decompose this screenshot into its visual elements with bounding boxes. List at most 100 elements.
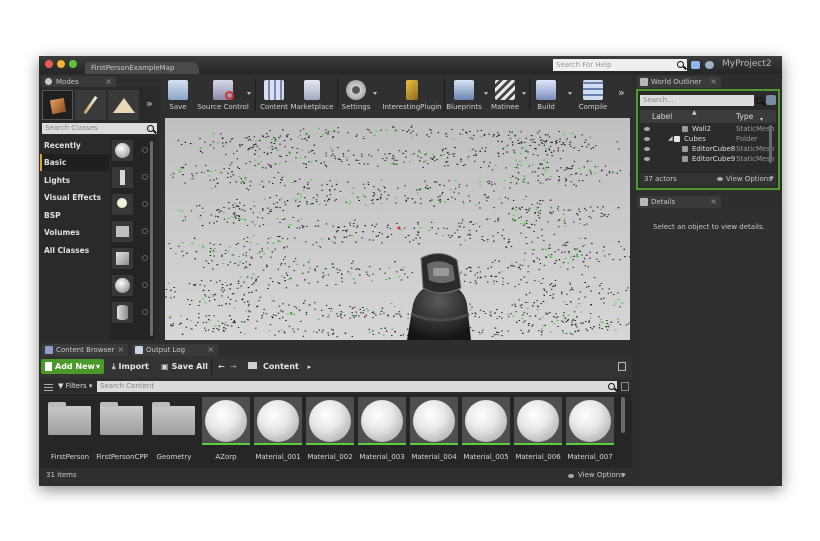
placeable-item[interactable] (112, 194, 133, 215)
forward-arrow-icon[interactable]: → (230, 359, 237, 374)
add-new-button[interactable]: Add New ▾ (41, 359, 104, 374)
paint-mode-button[interactable] (75, 90, 106, 120)
add-filter-icon[interactable] (766, 95, 776, 105)
toolbar-save-button[interactable]: Save (165, 76, 191, 114)
details-tab[interactable]: Details × (637, 196, 721, 208)
search-icon[interactable] (677, 61, 684, 68)
material-asset[interactable]: Material_007 (566, 397, 614, 465)
visibility-eye-icon[interactable] (644, 157, 650, 161)
drag-handle-icon[interactable] (142, 147, 148, 153)
filters-button[interactable]: ▼ Filters ▾ (58, 380, 92, 393)
collapse-arrow-icon[interactable]: ◢ (668, 134, 673, 144)
drag-handle-icon[interactable] (142, 255, 148, 261)
drag-handle-icon[interactable] (142, 228, 148, 234)
landscape-mode-button[interactable] (108, 90, 139, 120)
content-browser-tab[interactable]: Content Browser × (42, 344, 128, 356)
drag-handle-icon[interactable] (142, 201, 148, 207)
type-column-header[interactable]: Type (736, 110, 753, 123)
material-asset[interactable]: Material_004 (410, 397, 458, 465)
drag-handle-icon[interactable] (142, 282, 148, 288)
folder-asset[interactable]: Geometry (150, 397, 198, 465)
toolbar-interestingplugin-button[interactable]: InterestingPlugin (382, 76, 442, 114)
close-window-button[interactable] (45, 60, 53, 68)
outliner-scrollbar[interactable] (769, 125, 772, 163)
path-breadcrumb[interactable]: Content ▸ (248, 359, 311, 374)
asset-scrollbar[interactable] (621, 397, 625, 433)
folder-asset[interactable]: FirstPersonCPP (96, 397, 148, 465)
toolbar-blueprints-button[interactable]: Blueprints (446, 76, 482, 114)
toolbar-overflow-icon[interactable]: » (618, 86, 625, 99)
drag-handle-icon[interactable] (142, 174, 148, 180)
material-asset[interactable]: Material_005 (462, 397, 510, 465)
label-column-header[interactable]: Label (652, 110, 672, 123)
category-recently-placed[interactable]: Recently Placed (40, 137, 109, 167)
material-asset[interactable]: AZorp (202, 397, 250, 465)
more-modes-icon[interactable]: » (146, 97, 153, 110)
place-mode-button[interactable] (42, 90, 73, 120)
save-search-icon[interactable] (621, 382, 629, 391)
placeable-item[interactable] (112, 140, 133, 161)
category-all-classes[interactable]: All Classes (40, 242, 109, 259)
toolbar-compile-button[interactable]: Compile (577, 76, 609, 114)
category-bsp[interactable]: BSP (40, 207, 109, 224)
category-basic[interactable]: Basic (40, 154, 109, 171)
placeable-item[interactable] (112, 302, 133, 323)
close-icon[interactable]: × (710, 76, 717, 88)
material-asset[interactable]: Material_001 (254, 397, 302, 465)
world-outliner-tab[interactable]: World Outliner × (637, 76, 721, 88)
outliner-row[interactable]: Wall2 StaticMesh (640, 124, 774, 134)
map-tab[interactable]: FirstPersonExampleMap (85, 62, 199, 74)
drag-handle-icon[interactable] (142, 309, 148, 315)
close-icon[interactable]: × (117, 344, 124, 356)
toolbar-matinee-button[interactable]: Matinee (491, 76, 519, 114)
dropdown-arrow-icon[interactable] (484, 92, 488, 95)
material-asset[interactable]: Material_006 (514, 397, 562, 465)
help-search-input[interactable]: Search For Help (553, 59, 687, 71)
outliner-row[interactable]: EditorCube8 StaticMesh (640, 144, 774, 154)
save-all-button[interactable]: ▣ Save All (161, 359, 208, 374)
content-search-input[interactable]: Search Content (97, 381, 617, 392)
level-viewport[interactable] (165, 118, 630, 340)
compile-icon (583, 80, 603, 100)
lock-icon[interactable] (618, 362, 626, 371)
content-view-options[interactable]: View Options (578, 468, 624, 483)
folder-asset[interactable]: FirstPerson (46, 397, 94, 465)
toolbar-build-button[interactable]: Build (533, 76, 559, 114)
dropdown-arrow-icon[interactable] (373, 92, 377, 95)
toolbar-settings-button[interactable]: Settings (341, 76, 371, 114)
back-arrow-icon[interactable]: ← (218, 359, 225, 374)
zoom-window-button[interactable] (69, 60, 77, 68)
material-asset[interactable]: Material_003 (358, 397, 406, 465)
placeable-scrollbar[interactable] (150, 141, 153, 336)
sources-toggle-icon[interactable] (44, 382, 53, 391)
outliner-search-input[interactable]: Search... (640, 95, 754, 106)
placeable-item[interactable] (112, 221, 133, 242)
import-button[interactable]: ⤓ Import (112, 359, 149, 374)
visibility-eye-icon[interactable] (644, 147, 650, 151)
close-icon[interactable]: × (207, 344, 214, 356)
minimize-window-button[interactable] (57, 60, 65, 68)
placeable-item[interactable] (112, 167, 133, 188)
outliner-row[interactable]: ◢ Cubes Folder (640, 134, 774, 144)
category-visual-effects[interactable]: Visual Effects (40, 189, 109, 206)
outliner-view-options[interactable]: View Options (726, 173, 772, 186)
toolbar-content-button[interactable]: Content (260, 76, 288, 114)
visibility-eye-icon[interactable] (644, 137, 650, 141)
dropdown-arrow-icon[interactable] (568, 92, 572, 95)
toolbar-source-control-button[interactable]: Source Control (197, 76, 249, 114)
output-log-tab[interactable]: Output Log × (132, 344, 218, 356)
toolbar-marketplace-button[interactable]: Marketplace (291, 76, 333, 114)
category-lights[interactable]: Lights (40, 172, 109, 189)
bell-icon[interactable] (705, 61, 714, 69)
close-icon[interactable]: × (710, 196, 717, 208)
outliner-row[interactable]: EditorCube9 StaticMesh (640, 154, 774, 164)
material-asset[interactable]: Material_002 (306, 397, 354, 465)
placeable-item[interactable] (112, 248, 133, 269)
category-volumes[interactable]: Volumes (40, 224, 109, 241)
placeable-item[interactable] (112, 275, 133, 296)
dropdown-arrow-icon[interactable] (522, 92, 526, 95)
visibility-eye-icon[interactable] (644, 127, 650, 131)
dropdown-arrow-icon[interactable] (247, 92, 251, 95)
class-search-input[interactable]: Search Classes (42, 123, 157, 134)
chat-icon[interactable] (691, 61, 700, 69)
